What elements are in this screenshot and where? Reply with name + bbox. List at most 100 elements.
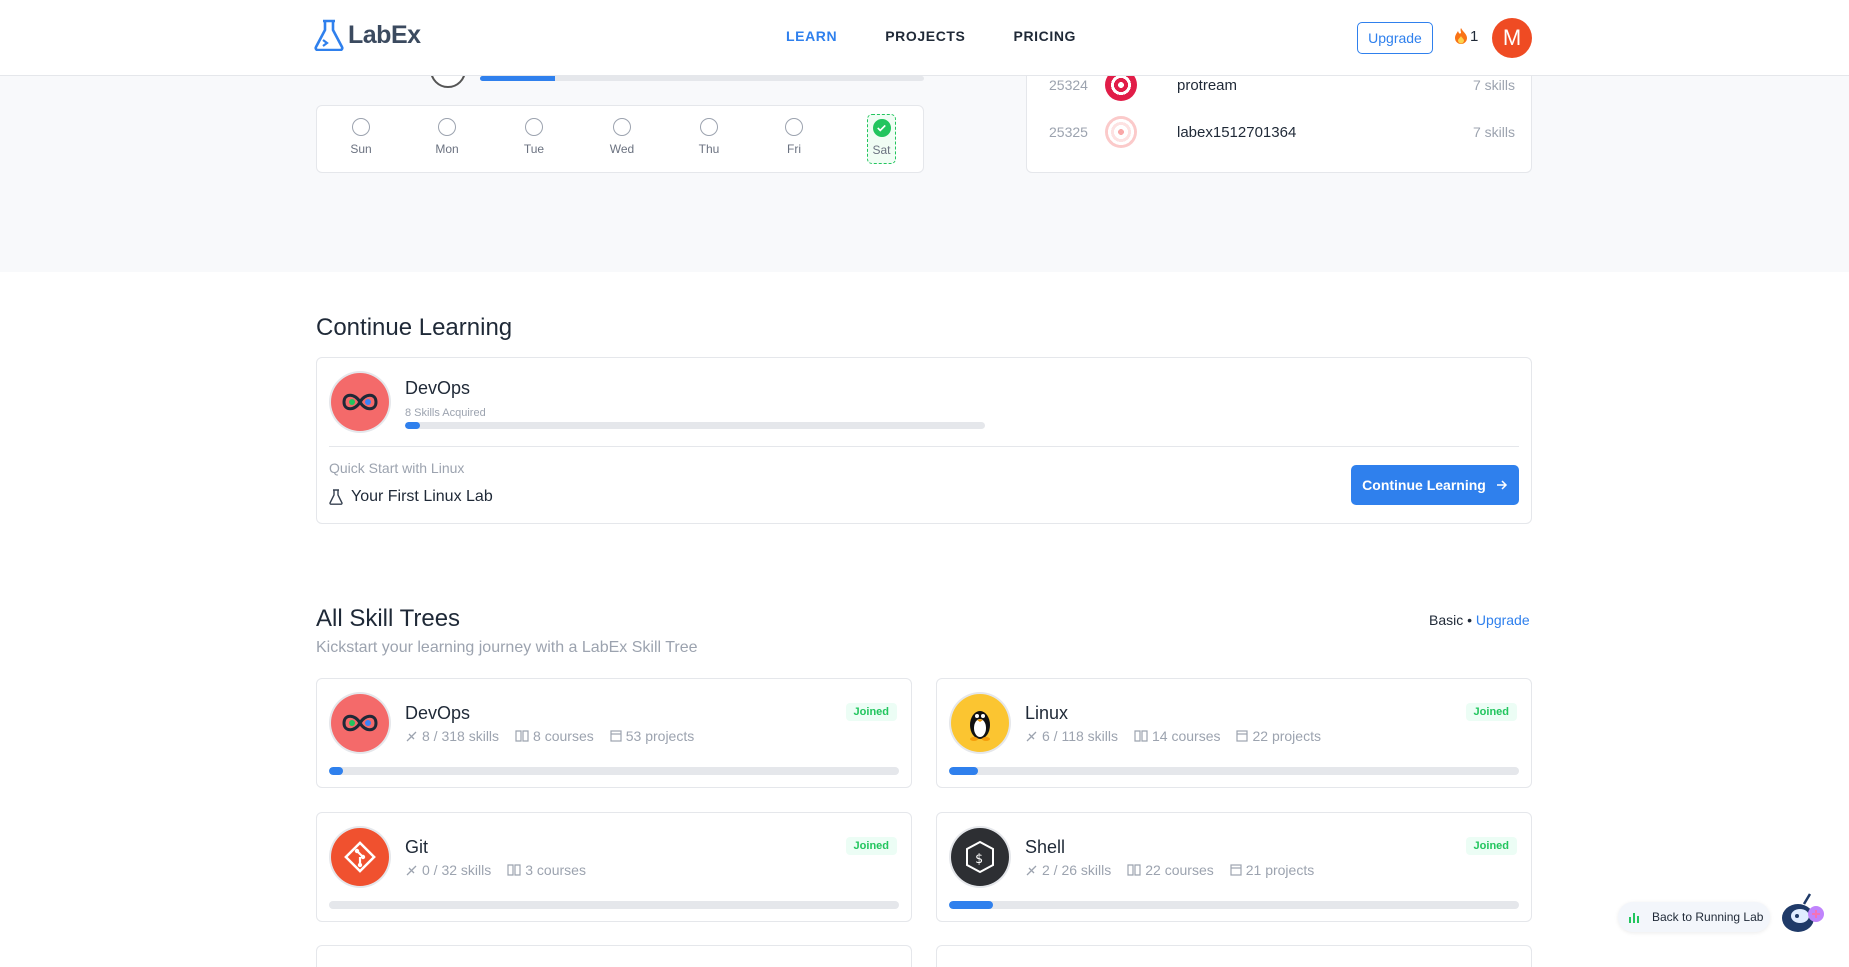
skill-icon xyxy=(406,865,417,875)
plan-separator: • xyxy=(1463,612,1476,628)
back-to-lab-label: Back to Running Lab xyxy=(1652,910,1764,924)
tree-projects: 53 projects xyxy=(610,728,694,744)
continue-learning-button[interactable]: Continue Learning xyxy=(1351,465,1519,505)
leaderboard-row[interactable]: 25325 labex1512701364 7 skills xyxy=(1049,116,1515,148)
tree-progress-bar xyxy=(949,767,1519,775)
leader-name: labex1512701364 xyxy=(1177,123,1297,141)
check-circle-icon xyxy=(872,119,891,137)
skill-tree-card-git[interactable]: Git 0 / 32 skills 3 courses Joined xyxy=(316,812,912,922)
tree-projects: 21 projects xyxy=(1230,862,1314,878)
day-label: Mon xyxy=(435,142,459,156)
devops-icon xyxy=(331,373,389,431)
day-label: Wed xyxy=(609,142,635,156)
tree-progress-fill xyxy=(949,901,993,909)
tree-progress-fill xyxy=(949,767,979,775)
tree-name: Shell xyxy=(1025,837,1066,857)
day-empty-circle-icon xyxy=(613,118,631,136)
plan-label: Basic xyxy=(1429,612,1464,628)
continue-lab[interactable]: Your First Linux Lab xyxy=(329,488,493,506)
top-navbar: LabEx LEARN PROJECTS PRICING Upgrade 1 M xyxy=(0,0,1849,76)
tree-progress-fill xyxy=(329,767,344,775)
book-icon xyxy=(515,730,529,742)
nav-learn[interactable]: LEARN xyxy=(786,28,837,44)
weekly-progress-bar xyxy=(480,76,924,81)
upgrade-button[interactable]: Upgrade xyxy=(1357,22,1433,54)
tree-courses: 14 courses xyxy=(1134,728,1220,744)
leader-skills: 7 skills xyxy=(1472,77,1515,93)
book-icon xyxy=(1127,864,1141,876)
nav-pricing[interactable]: PRICING xyxy=(1014,28,1077,44)
tree-skills: 6 / 118 skills xyxy=(1025,728,1118,744)
shell-icon: $ xyxy=(951,828,1009,886)
leader-rank: 25325 xyxy=(1049,124,1088,140)
tree-name: Git xyxy=(405,837,429,857)
tree-stats: 6 / 118 skills 14 courses 22 projects xyxy=(1025,728,1321,744)
leader-skills: 7 skills xyxy=(1472,124,1515,140)
day-empty-circle-icon xyxy=(438,118,456,136)
ai-assistant-icon[interactable] xyxy=(1780,892,1826,936)
joined-badge: Joined xyxy=(845,703,897,721)
tree-stats: 2 / 26 skills 22 courses 21 projects xyxy=(1025,862,1314,878)
pattern-avatar-icon xyxy=(1105,116,1137,148)
continue-learning-heading: Continue Learning xyxy=(316,314,513,341)
continue-button-label: Continue Learning xyxy=(1362,477,1486,493)
continue-progress-bar xyxy=(405,422,985,429)
devops-icon xyxy=(331,694,389,752)
skill-tree-card-devops[interactable]: DevOps 8 / 318 skills 8 courses 53 proje… xyxy=(316,678,912,788)
streak-count: 1 xyxy=(1470,27,1479,45)
skill-trees-heading: All Skill Trees xyxy=(316,605,461,632)
leader-name: protream xyxy=(1177,76,1238,94)
leaderboard-card: 25324 protream 7 skills 25325 labex15127… xyxy=(1026,60,1532,173)
day-empty-circle-icon xyxy=(785,118,803,136)
project-icon xyxy=(1230,864,1242,876)
skill-icon xyxy=(1026,865,1037,875)
skill-tree-card-linux[interactable]: Linux 6 / 118 skills 14 courses 22 proje… xyxy=(936,678,1532,788)
tree-name: DevOps xyxy=(405,703,471,723)
tree-projects: 22 projects xyxy=(1236,728,1321,744)
bar-chart-icon xyxy=(1629,913,1639,923)
joined-badge: Joined xyxy=(1465,703,1517,721)
tree-courses: 8 courses xyxy=(515,728,594,744)
git-icon xyxy=(331,828,389,886)
arrow-right-icon xyxy=(1496,480,1507,490)
continue-lab-name: Your First Linux Lab xyxy=(351,488,493,505)
day-label: Sun xyxy=(350,142,372,156)
continue-tree-name[interactable]: DevOps xyxy=(405,378,470,399)
skill-tree-card-partial[interactable] xyxy=(316,945,912,967)
streak-counter[interactable]: 1 xyxy=(1454,27,1478,45)
tree-skills: 8 / 318 skills xyxy=(405,728,499,744)
tree-progress-bar xyxy=(949,901,1519,909)
day-label: Sat xyxy=(872,143,891,157)
flask-icon xyxy=(329,489,343,505)
linux-penguin-icon xyxy=(951,694,1009,752)
day-sat: Sat xyxy=(867,114,896,164)
nav-projects[interactable]: PROJECTS xyxy=(885,28,965,44)
tree-name: Linux xyxy=(1025,703,1069,723)
back-to-running-lab-button[interactable]: Back to Running Lab xyxy=(1618,902,1770,932)
day-thu: Thu xyxy=(689,118,729,156)
day-label: Thu xyxy=(698,142,720,156)
day-sun: Sun xyxy=(341,118,381,156)
main-nav: LEARN PROJECTS PRICING xyxy=(786,28,1076,44)
day-mon: Mon xyxy=(427,118,467,156)
skill-tree-card-shell[interactable]: $ Shell 2 / 26 skills 22 courses 21 proj… xyxy=(936,812,1532,922)
day-fri: Fri xyxy=(774,118,814,156)
tree-progress-bar xyxy=(329,901,899,909)
tree-stats: 0 / 32 skills 3 courses xyxy=(405,862,586,878)
day-empty-circle-icon xyxy=(352,118,370,136)
labex-logo[interactable]: LabEx xyxy=(314,19,421,51)
skill-icon xyxy=(406,731,417,741)
day-label: Fri xyxy=(787,142,801,156)
tree-stats: 8 / 318 skills 8 courses 53 projects xyxy=(405,728,694,744)
day-label: Tue xyxy=(523,142,545,156)
user-avatar[interactable]: M xyxy=(1492,18,1532,58)
skill-tree-card-partial[interactable] xyxy=(936,945,1532,967)
continue-progress-fill xyxy=(405,422,420,429)
book-icon xyxy=(1134,730,1148,742)
fire-icon xyxy=(1455,28,1467,44)
book-icon xyxy=(507,864,521,876)
card-divider xyxy=(329,446,1519,447)
day-empty-circle-icon xyxy=(525,118,543,136)
plan-upgrade-link[interactable]: Upgrade xyxy=(1476,612,1530,628)
project-icon xyxy=(1236,730,1249,742)
